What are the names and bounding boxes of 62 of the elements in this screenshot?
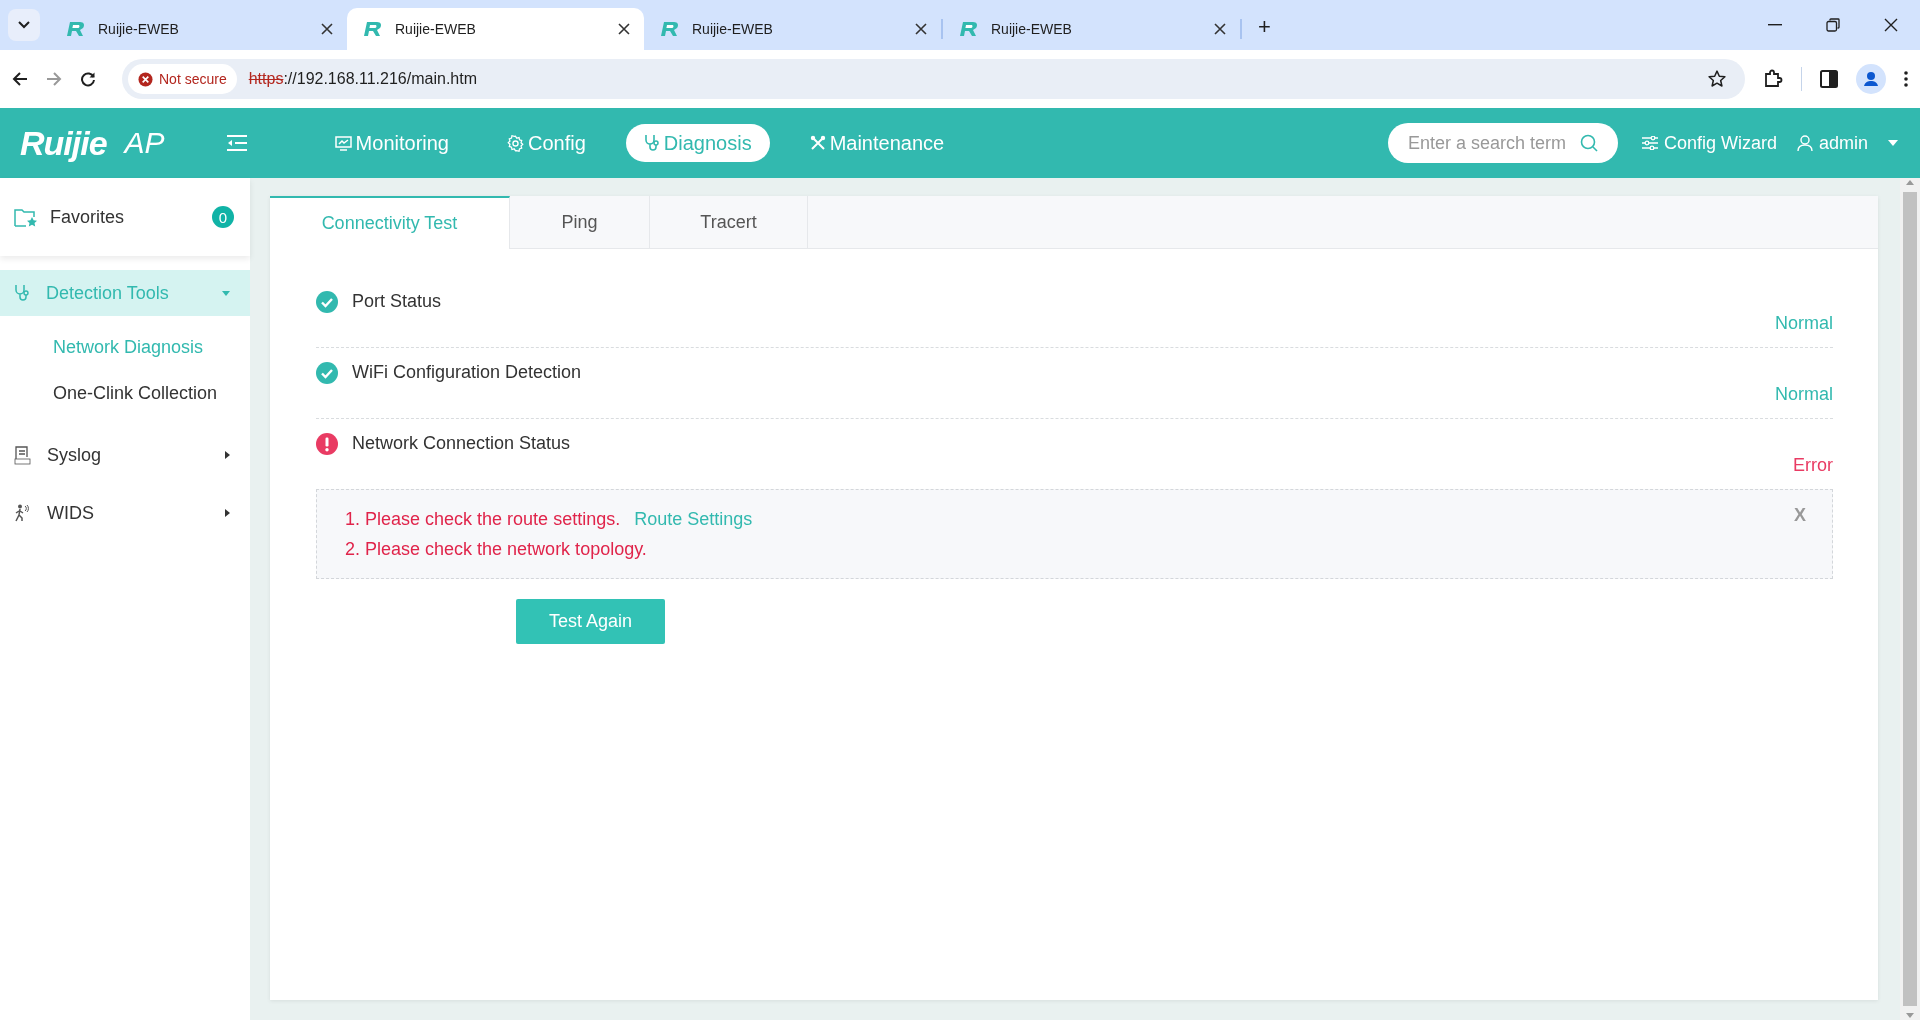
caret-right-icon: [225, 509, 230, 517]
browser-tab[interactable]: Ruijie-EWEB: [50, 8, 347, 50]
favicon-icon: [660, 21, 680, 37]
scrollbar-thumb[interactable]: [1903, 192, 1917, 1006]
menu-icon[interactable]: [1904, 71, 1908, 87]
sliders-icon: [1641, 136, 1658, 150]
check-result: Normal: [1775, 383, 1833, 405]
error-icon: [138, 71, 153, 87]
browser-tab[interactable]: Ruijie-EWEB: [347, 8, 644, 50]
check-label: WiFi Configuration Detection: [352, 362, 583, 383]
advice-text: 2. Please check the network topology.: [345, 539, 647, 559]
new-tab-button[interactable]: +: [1254, 14, 1275, 40]
check-label: Network Connection Status: [352, 433, 572, 454]
user-icon: [1796, 134, 1813, 152]
side-panel-icon[interactable]: [1820, 70, 1838, 88]
gear-icon: [507, 134, 524, 152]
address-field[interactable]: https://192.168.11.216/main.htm: [248, 70, 477, 88]
extensions-icon[interactable]: [1763, 69, 1783, 89]
caret-down-icon: [222, 290, 230, 296]
close-icon[interactable]: [321, 23, 333, 35]
folder-star-icon: [14, 207, 38, 227]
close-icon[interactable]: [1214, 23, 1226, 35]
chevron-down-icon: [18, 21, 30, 29]
search-field[interactable]: Enter a search term: [1387, 123, 1618, 163]
stethoscope-icon: [14, 284, 30, 302]
check-result: Normal: [1775, 312, 1833, 334]
security-chip[interactable]: Not secure: [128, 64, 237, 94]
favorites-item[interactable]: Favorites 0: [0, 178, 250, 256]
minimize-icon[interactable]: [1768, 24, 1782, 26]
favicon-icon: [959, 21, 979, 37]
log-document-icon: [14, 445, 31, 465]
advice-text: 1. Please check the route settings.: [345, 509, 621, 529]
count-badge: 0: [212, 206, 234, 228]
walking-signal-icon: [14, 504, 31, 522]
close-icon[interactable]: [618, 23, 630, 35]
stethoscope-icon: [643, 134, 660, 152]
check-result: Error: [1793, 454, 1833, 476]
menu-item[interactable]: WIDS: [0, 490, 250, 536]
tools-icon: [809, 135, 826, 151]
reload-icon[interactable]: [80, 71, 96, 87]
favicon-icon: [66, 21, 86, 37]
close-icon[interactable]: [915, 23, 927, 35]
tab[interactable]: Tracert: [650, 196, 808, 248]
product-label: AP: [124, 126, 165, 160]
tab[interactable]: Ping: [510, 196, 650, 248]
browser-tab[interactable]: Ruijie-EWEB: [644, 8, 941, 50]
logo: Ruijie: [20, 123, 107, 163]
caret-icon: [1888, 140, 1898, 146]
favicon-icon: [363, 21, 383, 37]
browser-tab[interactable]: Ruijie-EWEB: [943, 8, 1240, 50]
profile-icon[interactable]: [1856, 64, 1886, 94]
tab-list-button[interactable]: [8, 9, 40, 41]
caret-right-icon: [225, 451, 230, 459]
forward-icon[interactable]: [46, 71, 62, 87]
back-icon[interactable]: [12, 71, 28, 87]
monitor-icon: [334, 135, 352, 151]
star-icon[interactable]: [1707, 69, 1727, 89]
close-icon[interactable]: [1884, 18, 1898, 32]
menu-item[interactable]: Syslog: [0, 432, 250, 478]
submenu-item[interactable]: One-Clink Collection: [0, 370, 250, 416]
check-label: Port Status: [352, 291, 443, 312]
restore-icon[interactable]: [1826, 18, 1840, 32]
